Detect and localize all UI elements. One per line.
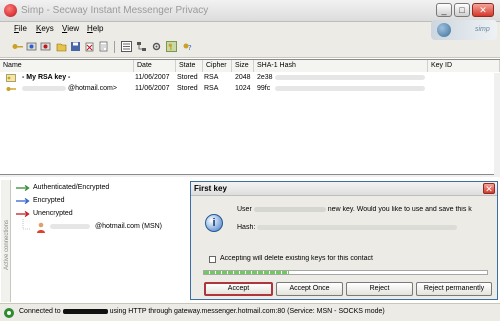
- status-prefix: Connected to: [19, 308, 61, 315]
- active-connections-label: Active connections: [4, 219, 10, 271]
- connection-status-icon: [4, 308, 14, 318]
- message-prefix: User: [237, 206, 252, 213]
- encrypted-arrow-icon: [16, 198, 30, 204]
- view-list-icon[interactable]: [121, 41, 132, 52]
- column-date[interactable]: Date: [134, 60, 176, 72]
- delete-existing-keys-checkbox[interactable]: [209, 256, 216, 263]
- contact-entry[interactable]: @hotmail.com (MSN): [95, 223, 162, 230]
- title-bar: Simp - Secway Instant Messenger Privacy …: [0, 0, 500, 22]
- vertical-scrollbar[interactable]: [494, 73, 500, 175]
- hash-redacted: [275, 85, 425, 92]
- window-title: Simp - Secway Instant Messenger Privacy: [21, 5, 209, 16]
- key-hash: 99fc: [257, 85, 271, 92]
- status-message: Connected to using HTTP through gateway.…: [19, 308, 385, 315]
- own-key-icon: [6, 74, 16, 82]
- key-date: 11/06/2007: [135, 85, 170, 92]
- progress-fill: [204, 271, 289, 274]
- checkbox-label: Accepting will delete existing keys for …: [220, 255, 373, 262]
- menu-bar: File Keys View Help: [0, 22, 500, 36]
- menu-keys[interactable]: Keys: [36, 24, 54, 33]
- username-redacted: [253, 206, 326, 212]
- help-icon[interactable]: ?: [182, 41, 193, 52]
- column-sha1-hash[interactable]: SHA-1 Hash: [254, 60, 428, 72]
- name-redacted: [22, 85, 66, 92]
- hash-redacted: [275, 74, 425, 81]
- reject-button[interactable]: Reject: [346, 282, 413, 296]
- key-state: Stored: [177, 74, 198, 81]
- key-size: 1024: [235, 85, 251, 92]
- maximize-button[interactable]: □: [454, 3, 470, 17]
- contact-person-icon: [37, 222, 45, 233]
- settings-icon[interactable]: [151, 41, 162, 52]
- hash-value-redacted: [257, 224, 458, 230]
- active-key-icon[interactable]: [166, 41, 177, 52]
- dialog-message: User new key. Would you like to use and …: [237, 206, 495, 213]
- column-name[interactable]: Name: [0, 60, 134, 72]
- dialog-close-button[interactable]: ✕: [483, 183, 495, 194]
- legend-encrypted: Encrypted: [33, 197, 65, 204]
- new-key-icon[interactable]: [12, 41, 23, 52]
- legend-authenticated: Authenticated/Encrypted: [33, 184, 110, 191]
- key-name: - My RSA key -: [22, 74, 71, 81]
- simp-logo: simp: [431, 20, 497, 40]
- column-state[interactable]: State: [176, 60, 203, 72]
- accept-once-button[interactable]: Accept Once: [276, 282, 343, 296]
- reject-permanently-button[interactable]: Reject permanently: [416, 282, 492, 296]
- properties-icon[interactable]: [98, 41, 109, 52]
- key-list[interactable]: Name Date State Cipher Size SHA-1 Hash K…: [0, 59, 500, 180]
- dialog-title-bar: First key ✕: [191, 182, 497, 196]
- menu-file[interactable]: File: [14, 24, 27, 33]
- key-size: 2048: [235, 74, 251, 81]
- menu-view[interactable]: View: [62, 24, 79, 33]
- unencrypted-arrow-icon: [16, 211, 30, 217]
- contact-redacted: [50, 223, 90, 230]
- dialog-title: First key: [194, 184, 227, 193]
- legend-unencrypted: Unencrypted: [33, 210, 73, 217]
- key-name: @hotmail.com>: [68, 85, 117, 92]
- accept-button[interactable]: Accept: [204, 282, 273, 296]
- logo-wordmark: simp: [475, 26, 490, 33]
- key-cipher: RSA: [204, 74, 219, 81]
- table-row[interactable]: - My RSA key - 11/06/2007 Stored RSA 204…: [0, 73, 500, 84]
- info-icon: i: [205, 214, 223, 232]
- table-row[interactable]: @hotmail.com> 11/06/2007 Stored RSA 1024…: [0, 84, 500, 95]
- first-key-dialog: First key ✕ i User new key. Would you li…: [190, 181, 498, 300]
- app-icon: [4, 4, 17, 17]
- save-icon[interactable]: [70, 41, 81, 52]
- close-button[interactable]: ✕: [472, 3, 494, 17]
- column-size[interactable]: Size: [232, 60, 254, 72]
- network-icon[interactable]: [136, 41, 147, 52]
- status-text: using HTTP through gateway.messenger.hot…: [109, 308, 385, 315]
- message-suffix: new key. Would you like to use and save …: [327, 206, 472, 213]
- menu-help[interactable]: Help: [87, 24, 103, 33]
- column-key-id[interactable]: Key ID: [428, 60, 500, 72]
- import-icon[interactable]: [26, 41, 37, 52]
- svg-text:?: ?: [188, 44, 192, 52]
- status-redacted: [62, 308, 108, 314]
- active-connections-tab[interactable]: Active connections: [1, 180, 11, 302]
- contact-key-icon: [6, 87, 16, 91]
- toolbar-separator: [114, 41, 115, 53]
- delete-icon[interactable]: [84, 41, 95, 52]
- minimize-button[interactable]: _: [436, 3, 452, 17]
- key-date: 11/06/2007: [135, 74, 170, 81]
- globe-icon: [437, 23, 451, 37]
- key-state: Stored: [177, 85, 198, 92]
- open-icon[interactable]: [56, 41, 67, 52]
- key-cipher: RSA: [204, 85, 219, 92]
- timeout-progress-bar: [203, 270, 488, 275]
- tree-connector: [22, 219, 31, 230]
- export-icon[interactable]: [40, 41, 51, 52]
- key-hash: 2e38: [257, 74, 273, 81]
- hash-label: Hash:: [237, 224, 256, 231]
- authenticated-arrow-icon: [16, 185, 30, 191]
- toolbar: ? simp: [0, 20, 500, 58]
- status-bar: Connected to using HTTP through gateway.…: [0, 303, 500, 321]
- dialog-hash: Hash:: [237, 224, 495, 231]
- column-cipher[interactable]: Cipher: [203, 60, 232, 72]
